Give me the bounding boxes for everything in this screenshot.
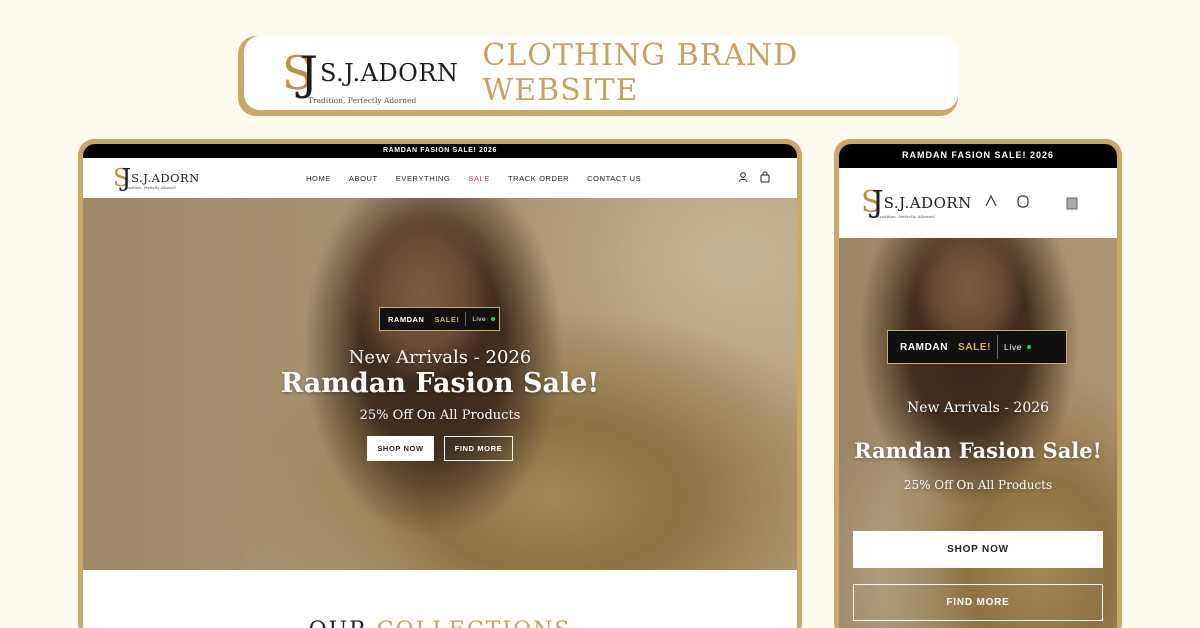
hero-subtitle: New Arrivals - 2026 [348, 347, 532, 368]
hero-offer: 25% Off On All Products [903, 478, 1053, 492]
nav-contact-us[interactable]: CONTACT US [587, 174, 641, 183]
badge-label: RAMDAN [388, 314, 425, 324]
user-icon[interactable] [984, 193, 998, 207]
title-banner-card: SJ S.J.ADORN Tradition, Perfectly Adorne… [244, 36, 958, 110]
user-icon[interactable] [737, 171, 749, 183]
logo-brand-name: S.J.ADORN [319, 59, 459, 87]
logo-tagline: Tradition, Perfectly Adorned [308, 96, 417, 105]
brand-logo: SJ S.J.ADORN Tradition, Perfectly Adorne… [282, 46, 459, 105]
banner-title: CLOTHING BRAND WEBSITE [482, 38, 799, 108]
logo-brand-name: S.J.ADORN [883, 194, 972, 212]
hero-title: Ramdan Fasion Sale! [280, 368, 600, 399]
logo-tagline: Tradition, Perfectly Adorned [125, 186, 176, 190]
nav-everything[interactable]: EVERYTHING [396, 174, 451, 183]
ramadan-sale-badge: RAMDAN SALE! Live [379, 307, 500, 331]
desktop-header: SJ S.J.ADORN Tradition, Perfectly Adorne… [83, 158, 797, 198]
hero-title: Ramdan Fasion Sale! [854, 438, 1102, 463]
collections-heading-first: OUR [309, 618, 368, 628]
mobile-hero-banner: RAMDAN SALE! Live New Arrivals - 2026 Ra… [839, 238, 1117, 628]
collections-heading: OUR COLLECTIONS [83, 618, 797, 628]
mobile-announcement-bar: RAMDAN FASION SALE! 2026 [839, 144, 1117, 168]
main-nav: HOME ABOUT EVERYTHING SALE TRACK ORDER C… [306, 158, 659, 198]
mobile-mockup-frame: RAMDAN FASION SALE! 2026 SJ S.J.ADORN Tr… [834, 139, 1122, 628]
logo-brand-name: S.J.ADORN [131, 171, 200, 185]
live-dot-icon [1027, 345, 1032, 349]
search-icon[interactable] [1016, 193, 1030, 209]
ramadan-sale-badge: RAMDAN SALE! Live [887, 330, 1067, 364]
badge-label: RAMDAN [900, 341, 949, 353]
shop-now-button[interactable]: SHOP NOW [853, 531, 1103, 568]
badge-sale-label: SALE! [434, 314, 460, 324]
hero-subtitle: New Arrivals - 2026 [906, 400, 1050, 416]
badge-divider [997, 335, 999, 359]
mobile-header-logo[interactable]: SJ S.J.ADORN Tradition, Perfectly Adorne… [861, 188, 972, 220]
header-icons [737, 171, 771, 183]
cart-icon[interactable] [759, 171, 771, 183]
badge-divider [465, 312, 467, 326]
nav-sale[interactable]: SALE [468, 174, 490, 183]
badge-sale-label: SALE! [958, 341, 992, 353]
mobile-header: SJ S.J.ADORN Tradition, Perfectly Adorne… [839, 168, 1117, 238]
desktop-screen: RAMDAN FASION SALE! 2026 SJ S.J.ADORN Tr… [83, 144, 797, 628]
header-logo[interactable]: SJ S.J.ADORN Tradition, Perfectly Adorne… [113, 166, 200, 190]
nav-home[interactable]: HOME [306, 174, 331, 183]
find-more-button[interactable]: FIND MORE [444, 436, 513, 461]
cart-icon[interactable] [1065, 196, 1079, 210]
announcement-bar: RAMDAN FASION SALE! 2026 [83, 144, 797, 158]
hero-offer: 25% Off On All Products [359, 408, 521, 423]
shop-now-button[interactable]: SHOP NOW [367, 436, 434, 461]
hero-image-overlay [839, 238, 1117, 628]
logo-tagline: Tradition, Perfectly Adorned [877, 214, 935, 219]
mobile-screen: RAMDAN FASION SALE! 2026 SJ S.J.ADORN Tr… [839, 144, 1117, 628]
desktop-mockup-frame: RAMDAN FASION SALE! 2026 SJ S.J.ADORN Tr… [78, 139, 802, 628]
live-dot-icon [491, 317, 496, 321]
logo-monogram: SJ [282, 46, 318, 100]
badge-live-label: Live [1004, 342, 1023, 352]
collections-heading-second: COLLECTIONS [377, 618, 572, 628]
hero-banner: RAMDAN SALE! Live New Arrivals - 2026 Ra… [83, 198, 797, 570]
nav-about[interactable]: ABOUT [349, 174, 378, 183]
badge-live-label: Live [472, 315, 487, 323]
nav-track-order[interactable]: TRACK ORDER [508, 174, 569, 183]
title-banner: SJ S.J.ADORN Tradition, Perfectly Adorne… [238, 36, 958, 116]
find-more-button[interactable]: FIND MORE [853, 584, 1103, 621]
